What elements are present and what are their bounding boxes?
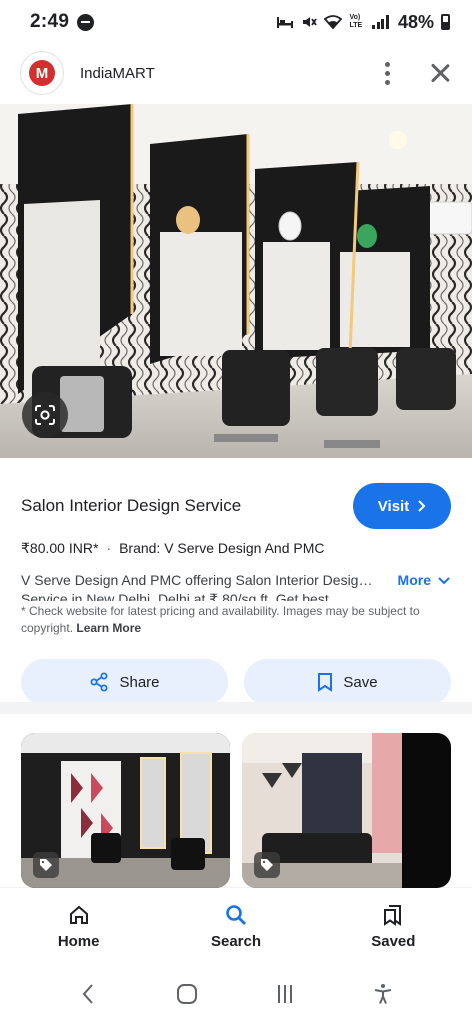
- bed-icon: [277, 17, 294, 28]
- disclaimer: * Check website for latest pricing and a…: [0, 603, 472, 637]
- visit-label: Visit: [377, 497, 410, 515]
- share-button[interactable]: Share: [21, 659, 228, 705]
- status-indicators: Vo) LTE 48%: [276, 12, 450, 33]
- product-details: Salon Interior Design Service Visit ₹80.…: [0, 458, 472, 705]
- visit-button[interactable]: Visit: [353, 483, 451, 529]
- google-lens-button[interactable]: [22, 392, 68, 438]
- bookmarks-icon: [384, 904, 402, 926]
- nav-search[interactable]: Search: [157, 888, 314, 964]
- indiamart-logo: M: [20, 51, 64, 95]
- share-label: Share: [119, 673, 160, 691]
- source-title: IndiaMART: [80, 64, 155, 82]
- close-icon[interactable]: [428, 61, 452, 85]
- brand: Brand: V Serve Design And PMC: [119, 540, 325, 556]
- separator-dot: ·: [106, 540, 112, 556]
- nav-saved[interactable]: Saved: [315, 888, 472, 964]
- network-type: Vo) LTE: [349, 14, 363, 29]
- related-images: [21, 733, 451, 888]
- more-button[interactable]: More: [398, 572, 451, 588]
- lens-icon: [35, 405, 55, 425]
- related-image-card[interactable]: [21, 733, 230, 888]
- learn-more-link[interactable]: Learn More: [76, 621, 141, 635]
- description-overflow: Service in New Delhi, Delhi at ₹ 80/sq f…: [21, 592, 329, 601]
- back-icon[interactable]: [77, 982, 101, 1006]
- home-button-icon[interactable]: [175, 982, 199, 1006]
- home-icon: [69, 905, 88, 924]
- wifi-icon: [324, 15, 343, 29]
- hero-image[interactable]: [0, 104, 472, 458]
- battery-icon: [441, 14, 450, 30]
- tag-icon: [254, 852, 280, 878]
- system-navigation: [0, 964, 472, 1024]
- chevron-right-icon: [418, 500, 426, 512]
- tag-icon: [33, 852, 59, 878]
- signal-icon: [372, 15, 389, 29]
- description: V Serve Design And PMC offering Salon In…: [21, 571, 376, 588]
- bottom-navigation: Home Search Saved: [0, 888, 472, 964]
- mute-icon: [303, 17, 318, 27]
- recents-icon[interactable]: [273, 982, 297, 1006]
- logo-letter: M: [29, 60, 55, 86]
- related-image-card[interactable]: [242, 733, 451, 888]
- share-icon: [90, 672, 108, 692]
- nav-home[interactable]: Home: [0, 888, 157, 964]
- app-header: M IndiaMART: [0, 44, 472, 102]
- accessibility-icon[interactable]: [371, 982, 395, 1006]
- status-bar: 2:49 Vo) LTE 48%: [0, 0, 472, 44]
- nav-search-label: Search: [210, 932, 262, 950]
- more-label: More: [397, 572, 431, 588]
- nav-home-label: Home: [57, 932, 100, 950]
- save-label: Save: [343, 673, 378, 691]
- more-options-icon[interactable]: [381, 58, 394, 89]
- product-title: Salon Interior Design Service: [21, 496, 242, 515]
- status-time: 2:49: [30, 11, 70, 32]
- bookmark-icon: [318, 673, 333, 692]
- battery-percent: 48%: [397, 11, 434, 32]
- save-button[interactable]: Save: [244, 659, 451, 705]
- chevron-down-icon: [438, 576, 450, 584]
- search-icon: [226, 904, 246, 925]
- price: ₹80.00 INR*: [21, 539, 99, 556]
- section-divider: [0, 702, 472, 714]
- nav-saved-label: Saved: [371, 932, 416, 950]
- do-not-disturb-icon: [77, 13, 95, 31]
- salon-interior-image: [0, 104, 472, 458]
